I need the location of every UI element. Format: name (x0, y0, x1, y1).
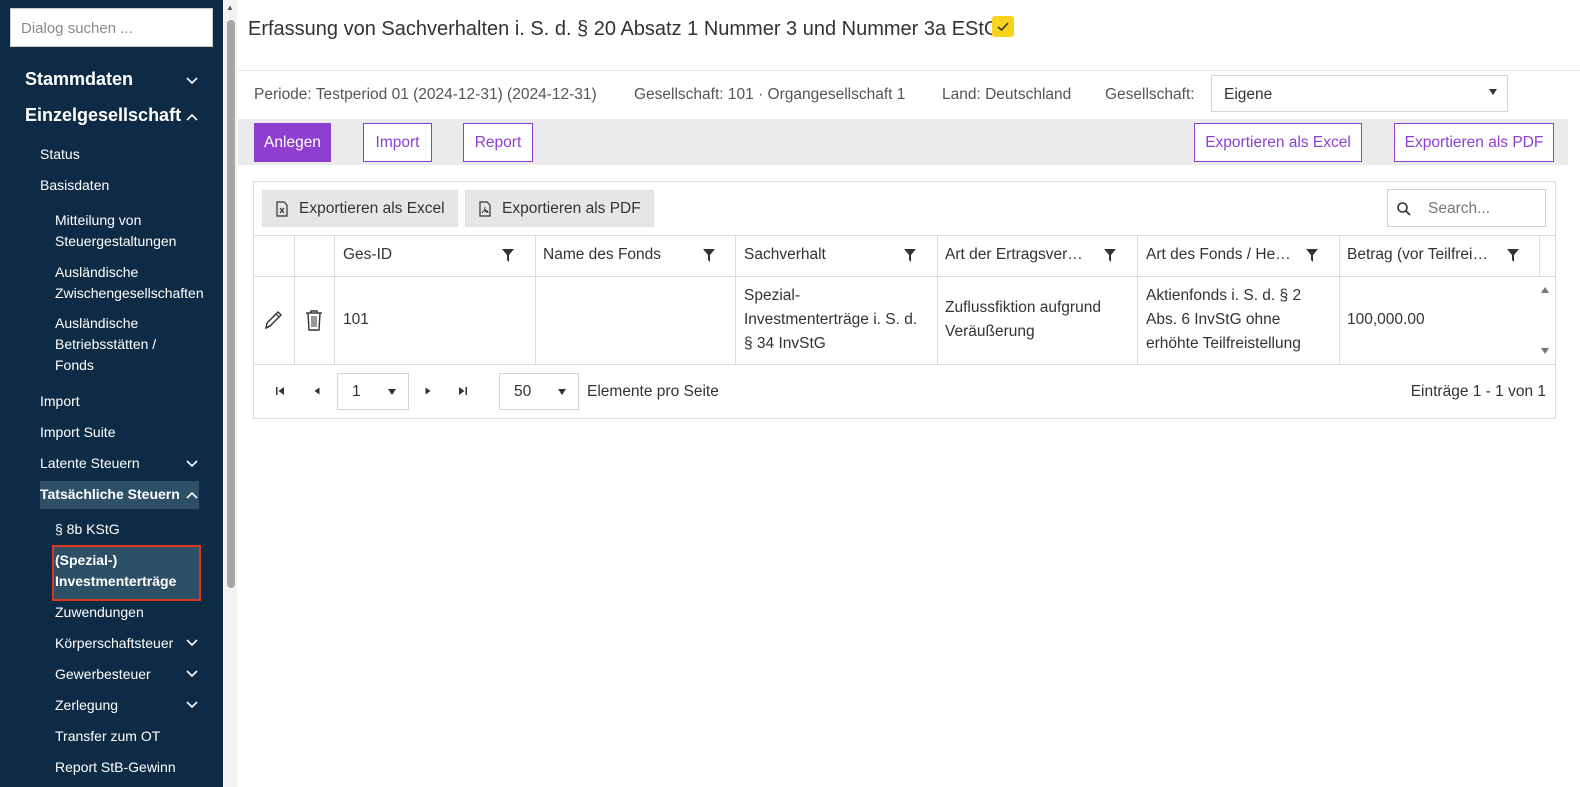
grid-col-divider (735, 236, 736, 364)
grid-export-excel-button[interactable]: Exportieren als Excel (262, 190, 458, 227)
nav-8b-kstg[interactable]: § 8b KStG (55, 519, 223, 540)
sidebar: Dialog suchen ... Stammdaten Einzelgesel… (0, 0, 223, 787)
nav-import-suite[interactable]: Import Suite (40, 424, 223, 440)
prev-page-icon[interactable] (312, 386, 322, 396)
export-excel-button[interactable]: Exportieren als Excel (1194, 123, 1362, 162)
chevron-down-icon[interactable] (185, 74, 199, 88)
cell-sachverhalt: Spezial- Investmenterträge i. S. d. § 34… (744, 287, 918, 352)
page-number-select[interactable]: 1 (337, 373, 409, 410)
action-toolbar (238, 119, 1568, 165)
caret-down-icon (1489, 89, 1497, 95)
first-page-icon[interactable] (275, 386, 285, 396)
entries-info: Einträge 1 - 1 von 1 (1410, 383, 1546, 400)
dialog-search-input[interactable]: Dialog suchen ... (10, 8, 213, 47)
grid-divider (254, 364, 1555, 365)
filter-icon[interactable] (703, 249, 715, 262)
page-scrollbar[interactable]: ▲ (224, 0, 237, 787)
column-header-ges-id[interactable]: Ges-ID (343, 246, 392, 264)
anlegen-button[interactable]: Anlegen (254, 123, 331, 162)
nav-betriebsstaetten[interactable]: Ausländische Betriebsstätten / Fonds (55, 313, 223, 376)
column-header-betrag[interactable]: Betrag (vor Teilfrei… (1347, 246, 1488, 264)
chevron-down-icon[interactable] (185, 667, 199, 681)
column-header-sachverhalt[interactable]: Sachverhalt (744, 246, 826, 264)
gesellschaft-info: Gesellschaft: 101 · Organgesellschaft 1 (634, 86, 906, 103)
grid-col-divider (1137, 236, 1138, 364)
search-icon (1397, 202, 1411, 216)
filter-icon[interactable] (1507, 249, 1519, 262)
filter-icon[interactable] (1104, 249, 1116, 262)
divider (237, 70, 1580, 71)
grid-search-input[interactable]: Search... (1387, 189, 1546, 227)
grid-col-divider (1539, 236, 1540, 276)
gesellschaft-select[interactable]: Eigene (1211, 75, 1508, 112)
scroll-up-arrow-icon[interactable]: ▲ (226, 3, 234, 12)
grid-col-divider (294, 236, 295, 364)
pdf-file-icon (478, 200, 492, 217)
grid-divider (254, 276, 1555, 277)
grid-scroll-up-icon[interactable] (1541, 287, 1549, 293)
periode-info: Periode: Testperiod 01 (2024-12-31) (202… (254, 86, 597, 103)
caret-down-icon (558, 389, 566, 395)
nav-spezial-investmentertraege[interactable]: (Spezial-) Investmenterträge (55, 550, 223, 592)
last-page-icon[interactable] (458, 386, 468, 396)
nav-basisdaten[interactable]: Basisdaten (40, 177, 223, 193)
grid-divider (254, 235, 1555, 236)
next-page-icon[interactable] (423, 386, 433, 396)
grid-col-divider (1339, 236, 1340, 364)
column-header-art-der-ertragsver[interactable]: Art der Ertragsver… (945, 246, 1083, 264)
chevron-down-icon[interactable] (185, 457, 199, 471)
cell-art-der-ertragsver: Zuflussfiktion aufgrund Veräußerung (945, 299, 1101, 340)
grid-scroll-down-icon[interactable] (1541, 348, 1549, 354)
import-button[interactable]: Import (363, 123, 432, 162)
edit-pencil-icon[interactable] (262, 308, 284, 332)
nav-mitteilung[interactable]: Mitteilung von Steuergestaltungen (55, 210, 223, 252)
filter-icon[interactable] (1306, 249, 1318, 262)
report-button[interactable]: Report (463, 123, 533, 162)
chevron-up-icon[interactable] (185, 110, 199, 124)
column-header-art-des-fonds[interactable]: Art des Fonds / He… (1146, 246, 1291, 264)
nav-import[interactable]: Import (40, 393, 223, 409)
scrollbar-thumb[interactable] (227, 20, 235, 588)
cell-art-des-fonds: Aktienfonds i. S. d. § 2 Abs. 6 InvStG o… (1146, 287, 1302, 352)
nav-transfer-ot[interactable]: Transfer zum OT (55, 726, 223, 747)
delete-trash-icon[interactable] (303, 308, 325, 332)
cell-ges-id: 101 (343, 311, 369, 328)
caret-down-icon (388, 389, 396, 395)
cell-betrag: 100,000.00 (1347, 311, 1425, 328)
checkmark-icon (992, 16, 1014, 37)
column-header-name-des-fonds[interactable]: Name des Fonds (543, 246, 661, 264)
filter-icon[interactable] (904, 249, 916, 262)
chevron-down-icon[interactable] (185, 698, 199, 712)
grid-export-pdf-button[interactable]: Exportieren als PDF (465, 190, 654, 227)
grid-col-divider (535, 236, 536, 364)
filter-icon[interactable] (502, 249, 514, 262)
nav-status[interactable]: Status (40, 146, 223, 162)
page-title: Erfassung von Sachverhalten i. S. d. § 2… (248, 18, 1000, 40)
nav-zuwendungen[interactable]: Zuwendungen (55, 602, 223, 623)
grid-col-divider (937, 236, 938, 364)
nav-zwischengesellschaften[interactable]: Ausländische Zwischengesellschaften (55, 262, 223, 304)
export-pdf-button[interactable]: Exportieren als PDF (1394, 123, 1554, 162)
land-info: Land: Deutschland (942, 86, 1072, 103)
page-size-select[interactable]: 50 (499, 373, 579, 410)
gesellschaft-label: Gesellschaft: (1105, 86, 1195, 103)
per-page-label: Elemente pro Seite (587, 383, 719, 400)
excel-file-icon (275, 200, 289, 217)
nav-report-stb-gewinn[interactable]: Report StB-Gewinn (55, 757, 223, 778)
grid-col-divider (334, 236, 335, 364)
chevron-down-icon[interactable] (185, 636, 199, 650)
gesellschaft-select-value: Eigene (1224, 86, 1273, 103)
chevron-up-icon[interactable] (185, 488, 199, 502)
